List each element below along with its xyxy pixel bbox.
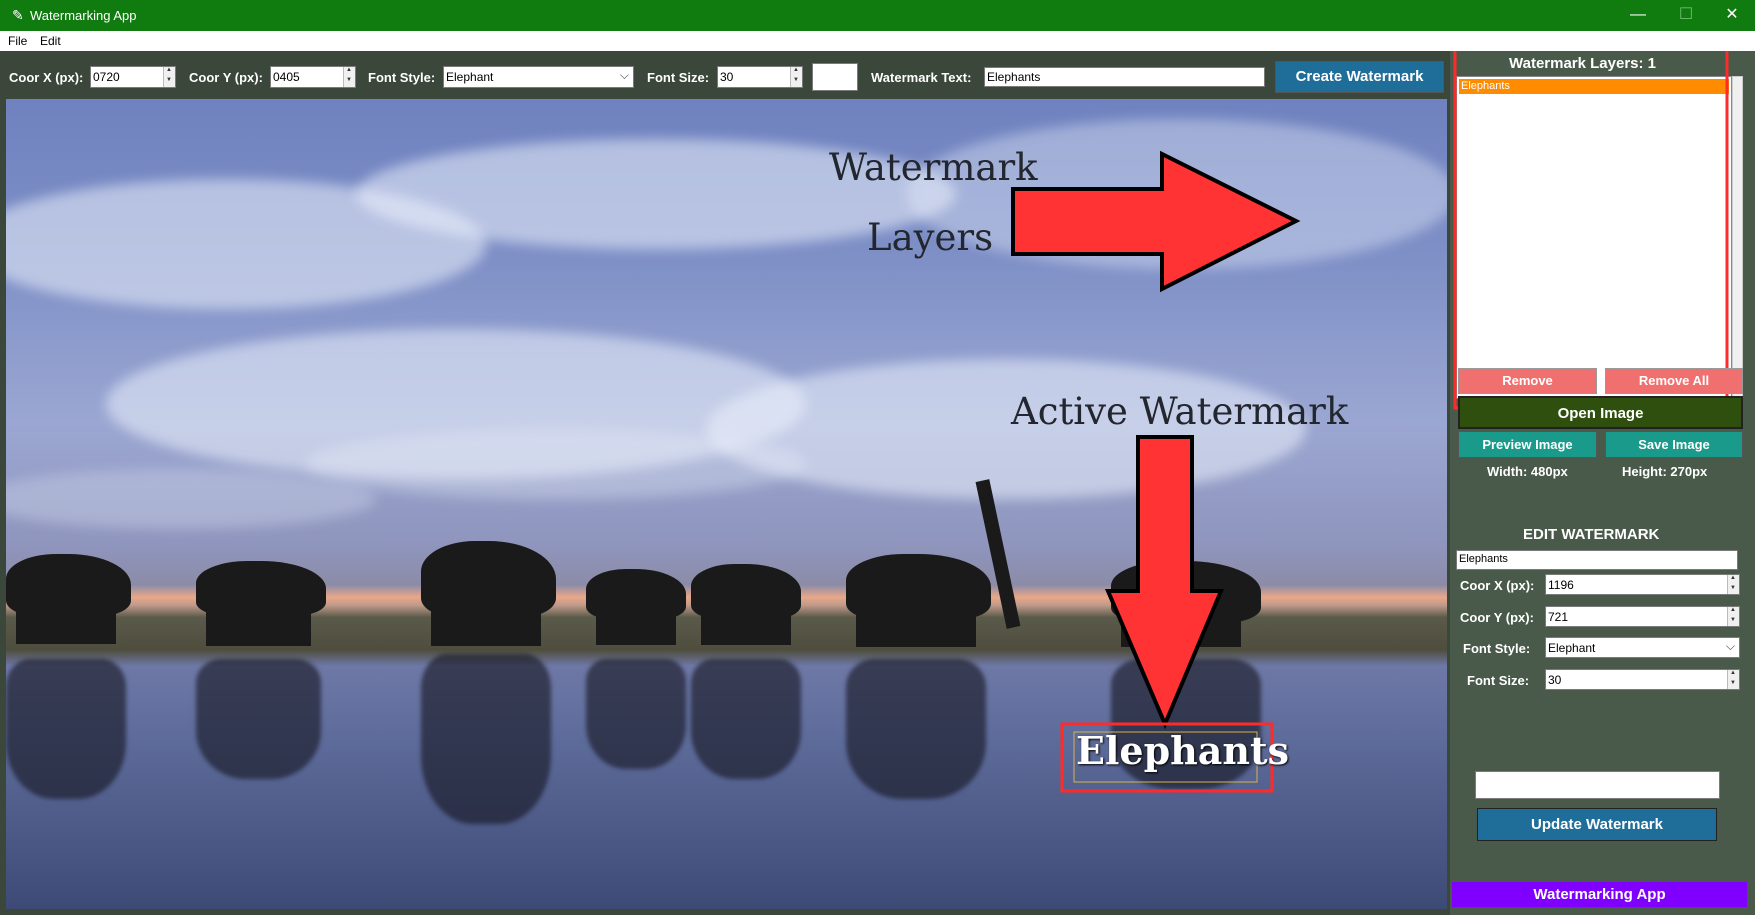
- edit-coor-x-spinbox[interactable]: 1196: [1545, 574, 1740, 595]
- color-swatch[interactable]: [812, 63, 858, 91]
- edit-coor-y-value: 721: [1548, 610, 1569, 624]
- side-panel: Watermark Layers: 1 Elephants Remove Rem…: [1450, 51, 1755, 915]
- font-style-value: Elephant: [446, 70, 494, 84]
- font-style-combobox[interactable]: Elephant ⌵: [443, 66, 634, 88]
- active-watermark-text[interactable]: Elephants: [1076, 728, 1289, 773]
- edit-coor-x-label: Coor X (px):: [1460, 578, 1535, 593]
- down-arrow-icon: [1104, 435, 1225, 730]
- update-watermark-button[interactable]: Update Watermark: [1477, 808, 1717, 841]
- spin-arrows-icon[interactable]: [790, 67, 802, 87]
- preview-image-button[interactable]: Preview Image: [1458, 431, 1597, 458]
- edit-text-value: Elephants: [1459, 553, 1508, 565]
- window-title: Watermarking App: [30, 8, 137, 23]
- coor-x-label: Coor X (px):: [9, 70, 84, 85]
- remove-all-button[interactable]: Remove All: [1605, 368, 1743, 394]
- font-size-value: 30: [720, 70, 734, 84]
- open-image-button[interactable]: Open Image: [1458, 396, 1743, 429]
- coor-y-label: Coor Y (px):: [189, 70, 263, 85]
- layers-highlight-box: [1453, 51, 1729, 410]
- minimize-button[interactable]: —: [1618, 4, 1658, 26]
- edit-coor-x-value: 1196: [1548, 578, 1574, 592]
- font-style-label: Font Style:: [368, 70, 436, 85]
- menu-file[interactable]: File: [8, 34, 27, 48]
- watermark-text-input[interactable]: Elephants: [984, 67, 1265, 87]
- edit-text-input[interactable]: Elephants: [1456, 550, 1738, 570]
- edit-coor-y-spinbox[interactable]: 721: [1545, 606, 1740, 627]
- watermark-text-value: Elephants: [987, 70, 1041, 84]
- image-canvas[interactable]: Watermark Layers Active Watermark Elepha…: [6, 99, 1447, 909]
- edit-font-style-combobox[interactable]: Elephant ⌵: [1545, 637, 1740, 658]
- font-size-spinbox[interactable]: 30: [717, 66, 803, 88]
- image-width: Width: 480px: [1487, 464, 1568, 479]
- spin-arrows-icon[interactable]: [343, 67, 355, 87]
- font-size-label: Font Size:: [647, 70, 710, 85]
- maximize-button[interactable]: ☐: [1666, 4, 1706, 26]
- coor-y-spinbox[interactable]: 0405: [270, 66, 356, 88]
- create-watermark-button[interactable]: Create Watermark: [1275, 61, 1444, 93]
- watermark-text-label: Watermark Text:: [871, 70, 972, 85]
- edit-font-style-value: Elephant: [1548, 641, 1596, 655]
- annotation-arrows: [1011, 150, 1301, 793]
- right-arrow-icon: [1011, 150, 1301, 293]
- layers-highlight: [1453, 51, 1729, 410]
- menu-bar: File Edit: [0, 31, 1755, 51]
- remove-button[interactable]: Remove: [1458, 368, 1597, 394]
- edit-font-size-label: Font Size:: [1467, 673, 1530, 688]
- edit-font-size-value: 30: [1548, 673, 1562, 687]
- spin-arrows-icon[interactable]: [163, 67, 175, 87]
- save-image-button[interactable]: Save Image: [1605, 431, 1743, 458]
- toolbar: Coor X (px): 0720 Coor Y (px): 0405 Font…: [0, 51, 1450, 98]
- edit-font-size-spinbox[interactable]: 30: [1545, 669, 1740, 690]
- edit-font-style-label: Font Style:: [1463, 641, 1531, 656]
- footer-label: Watermarking App: [1452, 882, 1747, 907]
- edit-color-swatch[interactable]: [1475, 771, 1720, 799]
- chevron-down-icon[interactable]: ⌵: [1726, 639, 1735, 654]
- chevron-down-icon[interactable]: ⌵: [620, 68, 629, 83]
- image-height: Height: 270px: [1622, 464, 1708, 479]
- close-button[interactable]: ✕: [1712, 4, 1752, 26]
- coor-x-spinbox[interactable]: 0720: [90, 66, 176, 88]
- title-bar: ✎ Watermarking App — ☐ ✕: [0, 0, 1755, 31]
- spin-arrows-icon[interactable]: [1727, 607, 1739, 626]
- spin-arrows-icon[interactable]: [1727, 670, 1739, 689]
- coor-y-value: 0405: [273, 70, 300, 84]
- menu-edit[interactable]: Edit: [40, 34, 61, 48]
- spin-arrows-icon[interactable]: [1727, 575, 1739, 594]
- edit-coor-y-label: Coor Y (px):: [1460, 610, 1534, 625]
- feather-icon: ✎: [12, 7, 24, 23]
- app-window: ✎ Watermarking App — ☐ ✕ File Edit Coor …: [0, 0, 1755, 915]
- edit-title: EDIT WATERMARK: [1523, 526, 1660, 543]
- coor-x-value: 0720: [93, 70, 120, 84]
